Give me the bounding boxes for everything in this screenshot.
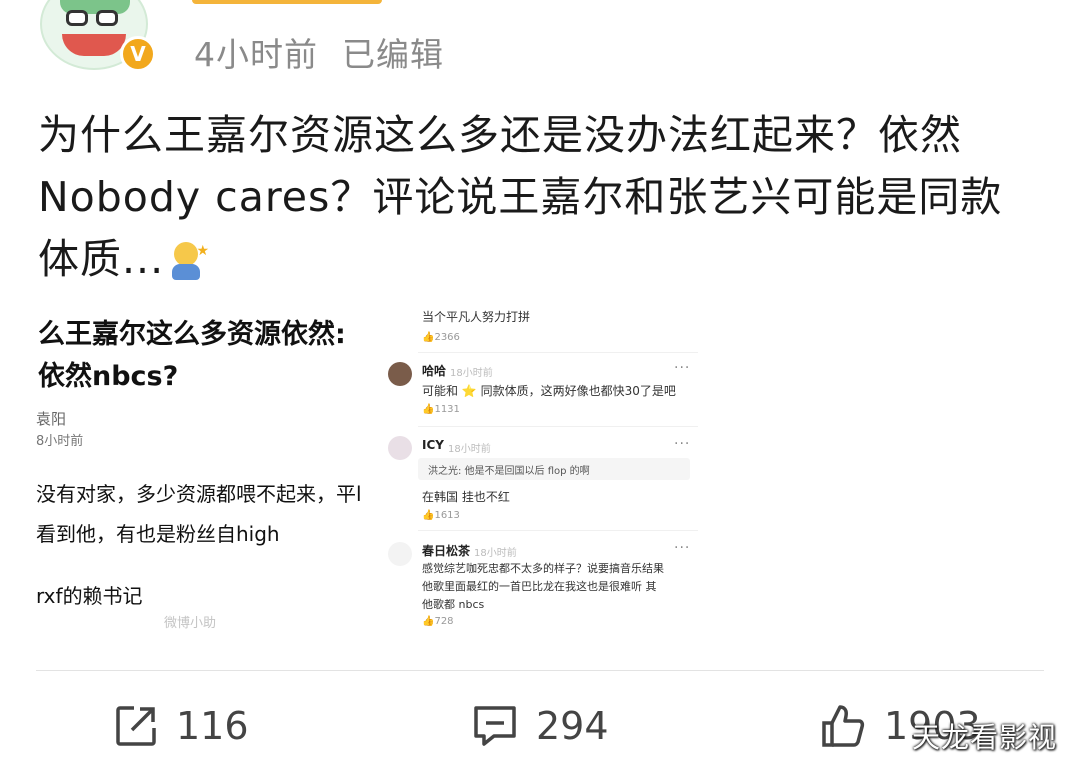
comment-time: 18小时前 bbox=[474, 548, 517, 559]
post-text-line: 体质... ★ bbox=[38, 228, 1048, 290]
image-title-line: 依然nbcs? bbox=[38, 361, 179, 392]
site-watermark: 天龙看影视 bbox=[912, 721, 1058, 754]
commenter-avatar[interactable] bbox=[388, 436, 412, 460]
comment-text: 感觉综艺咖死忠都不太多的样子？说要搞音乐结果 bbox=[422, 562, 664, 575]
like-count-small: 👍1613 bbox=[422, 510, 460, 521]
comment-text: 他歌都 nbcs bbox=[422, 598, 485, 611]
commenter-name: 哈哈 bbox=[422, 364, 447, 378]
commenter-avatar[interactable] bbox=[388, 542, 412, 566]
post-text-line: Nobody cares？评论说王嘉尔和张艺兴可能是同款 bbox=[38, 173, 1003, 221]
image-time: 8小时前 bbox=[36, 434, 84, 449]
comment-count: 294 bbox=[536, 704, 609, 748]
thumbs-up-icon bbox=[822, 705, 865, 747]
like-count-small: 👍2366 bbox=[422, 332, 460, 343]
username-redacted[interactable] bbox=[192, 0, 382, 4]
more-icon[interactable]: ··· bbox=[674, 540, 690, 556]
repost-count: 116 bbox=[176, 704, 249, 748]
more-icon[interactable]: ··· bbox=[674, 436, 690, 452]
comment-button[interactable]: 294 bbox=[472, 700, 609, 752]
post-text-ending: 体质... bbox=[38, 235, 165, 283]
like-count-small: 👍1131 bbox=[422, 404, 460, 415]
post-image-1[interactable]: 么王嘉尔这么多资源依然: 依然nbcs? 袁阳 8小时前 没有对家，多少资源都喂… bbox=[36, 306, 374, 642]
quoted-text: 洪之光: 他是不是回国以后 flop 的啊 bbox=[428, 466, 590, 477]
divider bbox=[36, 670, 1044, 671]
post-text: 为什么王嘉尔资源这么多还是没办法红起来？依然 Nobody cares？评论说王… bbox=[38, 104, 1048, 290]
post-time: 4小时前 bbox=[194, 35, 318, 74]
post-text-line: 为什么王嘉尔资源这么多还是没办法红起来？依然 bbox=[38, 111, 962, 159]
comment-time: 18小时前 bbox=[450, 368, 493, 379]
image-watermark: 微博小助 bbox=[164, 616, 217, 631]
comment-text: 可能和 ⭐ 同款体质，这两好像也都快30了是吧 bbox=[422, 384, 676, 398]
post-meta: 4小时前 已编辑 bbox=[194, 28, 444, 76]
verified-badge-icon: V bbox=[120, 36, 156, 72]
comment-time: 18小时前 bbox=[448, 444, 491, 455]
more-icon[interactable]: ··· bbox=[674, 360, 690, 376]
image-body-line: 看到他，有也是粉丝自high bbox=[36, 522, 280, 546]
commenter-avatar[interactable] bbox=[388, 362, 412, 386]
like-count-small: 👍728 bbox=[422, 616, 454, 627]
repost-button[interactable]: 116 bbox=[114, 700, 249, 752]
comment-text: 当个平凡人努力打拼 bbox=[422, 310, 531, 324]
image-title: 么王嘉尔这么多资源依然: 依然nbcs? bbox=[38, 314, 346, 398]
edited-label[interactable]: 已编辑 bbox=[342, 35, 444, 74]
image-body: 没有对家，多少资源都喂不起来，平l 看到他，有也是粉丝自high bbox=[36, 474, 362, 554]
image-author: 袁阳 bbox=[36, 410, 67, 428]
comment-text: 在韩国 挂也不红 bbox=[422, 490, 510, 504]
sweat-smile-emoji-icon: ★ bbox=[168, 242, 209, 282]
image-body-line: 没有对家，多少资源都喂不起来，平l bbox=[36, 482, 362, 506]
comment-icon bbox=[474, 706, 516, 746]
commenter-name: ICY bbox=[422, 438, 444, 452]
post-image-2[interactable]: 当个平凡人努力打拼 👍2366 哈哈 18小时前 ··· 可能和 ⭐ 同款体质，… bbox=[388, 300, 704, 642]
comment-text: 他歌里面最红的一首巴比龙在我这也是很难听 其 bbox=[422, 580, 657, 593]
image-signature: rxf的赖书记 bbox=[36, 584, 143, 608]
image-title-line: 么王嘉尔这么多资源依然: bbox=[38, 319, 346, 350]
commenter-name: 春日松茶 bbox=[422, 544, 471, 558]
repost-icon bbox=[116, 706, 156, 746]
